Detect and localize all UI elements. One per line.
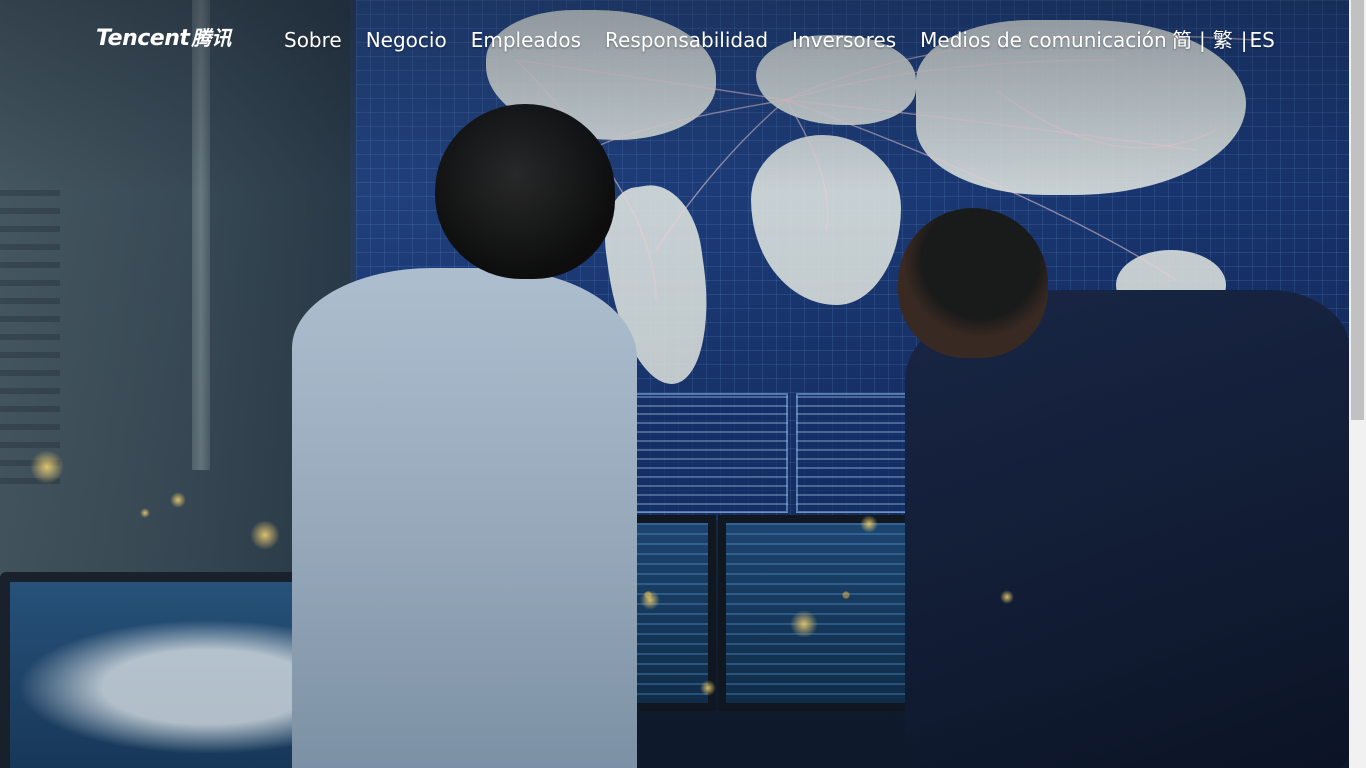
hero-shade-overlay [0, 0, 1349, 768]
nav-item-negocio[interactable]: Negocio [366, 26, 447, 54]
lang-simplified-chinese[interactable]: 简 [1172, 26, 1192, 54]
language-switcher: 简 | 繁 | ES [1172, 26, 1275, 54]
hero-image [0, 0, 1349, 768]
scrollbar-thumb[interactable] [1351, 0, 1364, 420]
page: Tencent 腾讯 Sobre Negocio Empleados Respo… [0, 0, 1366, 768]
nav-item-empleados[interactable]: Empleados [471, 26, 581, 54]
lang-traditional-chinese[interactable]: 繁 [1213, 26, 1233, 54]
nav-item-sobre[interactable]: Sobre [284, 26, 342, 54]
lang-separator: | [1240, 28, 1248, 52]
main-nav: Sobre Negocio Empleados Responsabilidad … [284, 26, 1191, 54]
tencent-logo[interactable]: Tencent 腾讯 [96, 22, 231, 51]
site-header: Tencent 腾讯 Sobre Negocio Empleados Respo… [0, 0, 1349, 80]
lang-spanish-current[interactable]: ES [1250, 26, 1275, 54]
logo-chinese-wordmark: 腾讯 [191, 26, 232, 50]
lang-separator: | [1199, 28, 1206, 52]
page-scrollbar[interactable] [1349, 0, 1366, 768]
nav-item-responsabilidad[interactable]: Responsabilidad [605, 26, 768, 54]
nav-item-inversores[interactable]: Inversores [792, 26, 896, 54]
nav-item-medios[interactable]: Medios de comunicación [920, 26, 1167, 54]
logo-wordmark: Tencent [96, 26, 190, 51]
